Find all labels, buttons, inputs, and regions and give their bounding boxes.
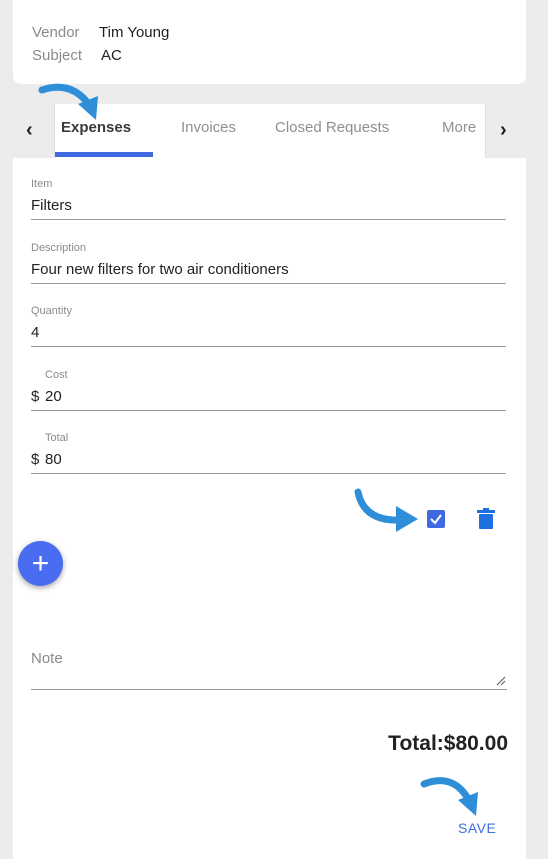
vendor-value: Tim Young (99, 24, 170, 41)
total-underline (31, 473, 506, 474)
chevron-left-icon[interactable]: ‹ (26, 119, 33, 142)
description-label: Description (31, 242, 87, 254)
total-prefix: $ (31, 451, 40, 468)
annotation-arrow-icon (420, 777, 478, 816)
plus-icon: + (31, 547, 50, 580)
item-field[interactable]: Filters (31, 197, 72, 214)
subject-value: AC (101, 47, 122, 64)
grand-total: Total:$80.00 (388, 732, 508, 755)
cost-prefix: $ (31, 388, 40, 405)
cost-field[interactable]: 20 (45, 388, 62, 405)
active-tab-indicator (55, 152, 153, 157)
cost-label: Cost (45, 369, 68, 381)
note-underline (31, 689, 507, 690)
checkbox-icon[interactable] (427, 510, 445, 528)
chevron-right-icon[interactable]: › (500, 119, 507, 142)
vendor-label: Vendor (32, 24, 80, 41)
note-label: Note (31, 650, 63, 667)
total-label: Total (45, 432, 69, 444)
trash-icon[interactable] (477, 508, 495, 530)
tab-closed-requests[interactable]: Closed Requests (275, 119, 389, 136)
tab-more[interactable]: More (442, 119, 476, 136)
description-underline (31, 283, 506, 284)
quantity-underline (31, 346, 506, 347)
description-field[interactable]: Four new filters for two air conditioner… (31, 261, 289, 278)
tab-invoices[interactable]: Invoices (181, 119, 236, 136)
save-button[interactable]: SAVE (458, 820, 496, 836)
cost-underline (31, 410, 506, 411)
quantity-field[interactable]: 4 (31, 324, 39, 341)
note-field[interactable] (31, 672, 507, 689)
quantity-label: Quantity (31, 305, 72, 317)
add-expense-button[interactable]: + (18, 541, 63, 586)
annotation-arrow-icon (38, 83, 98, 120)
subject-label: Subject (32, 47, 83, 64)
resize-handle-icon[interactable] (496, 676, 506, 686)
vendor-card (13, 0, 526, 84)
total-field[interactable]: 80 (45, 451, 62, 468)
item-label: Item (31, 178, 53, 190)
annotation-arrow-icon (354, 488, 418, 532)
item-underline (31, 219, 506, 220)
